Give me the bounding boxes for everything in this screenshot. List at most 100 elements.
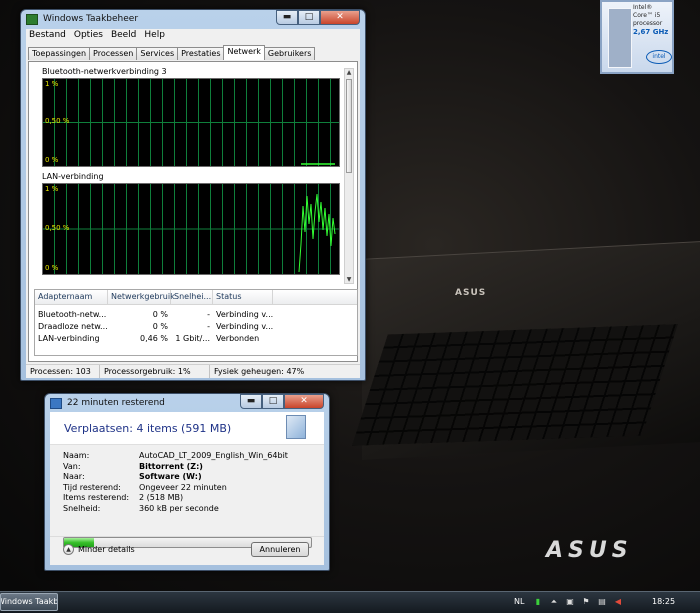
tray-flag-icon[interactable]: ⚑ bbox=[581, 597, 591, 607]
status-cpu: Processorgebruik: 1% bbox=[100, 365, 210, 378]
detail-label: Items resterend: bbox=[63, 493, 130, 502]
detail-row-items: Items resterend: 2 (518 MB) bbox=[63, 493, 313, 504]
taskbar-clock[interactable]: 18:25 bbox=[652, 597, 675, 606]
tab-netwerk[interactable]: Netwerk bbox=[223, 45, 265, 60]
task-manager-titlebar[interactable]: Windows Taakbeheer ▬ □ ✕ bbox=[21, 10, 365, 30]
cell-speed: - bbox=[207, 310, 210, 319]
detail-row-name: Naam: AutoCAD_LT_2009_English_Win_64bit bbox=[63, 451, 313, 462]
table-header: Adapternaam Netwerkgebruik Snelhei... St… bbox=[35, 290, 357, 305]
table-row[interactable]: Bluetooth-netw... 0 % - Verbinding v... bbox=[35, 309, 357, 321]
dialog-body: Verplaatsen: 4 items (591 MB) Naam: Auto… bbox=[50, 412, 324, 565]
status-memory: Fysiek geheugen: 47% bbox=[214, 367, 305, 376]
detail-row-to: Naar: Software (W:) bbox=[63, 472, 313, 483]
document-icon bbox=[286, 415, 306, 439]
column-header-netwerkgebruik[interactable]: Netwerkgebruik bbox=[108, 290, 175, 304]
less-details-button[interactable]: ▲ Minder details bbox=[63, 544, 135, 555]
close-button[interactable]: ✕ bbox=[320, 10, 360, 25]
tab-processen[interactable]: Processen bbox=[89, 47, 138, 60]
dialog-titlebar[interactable]: 22 minuten resterend ▬ □ ✕ bbox=[45, 394, 329, 414]
graph-line-lan bbox=[298, 193, 336, 273]
cell-adapter: Bluetooth-netw... bbox=[38, 310, 107, 319]
detail-label: Snelheid: bbox=[63, 503, 101, 513]
column-header-snelheid[interactable]: Snelhei... bbox=[171, 290, 213, 304]
minimize-button[interactable]: ▬ bbox=[276, 10, 298, 25]
menu-beeld[interactable]: Beeld bbox=[108, 29, 141, 43]
detail-value: Ongeveer 22 minuten bbox=[139, 482, 227, 492]
cell-adapter: Draadloze netw... bbox=[38, 322, 108, 331]
laptop-wallpaper-keyboard bbox=[352, 324, 678, 446]
cell-adapter: LAN-verbinding bbox=[38, 334, 100, 343]
scroll-down-icon[interactable]: ▼ bbox=[345, 276, 353, 283]
detail-label: Van: bbox=[63, 461, 81, 471]
tab-gebruikers[interactable]: Gebruikers bbox=[263, 47, 316, 60]
graph-scrollbar[interactable]: ▲ ▼ bbox=[344, 68, 354, 284]
cell-status: Verbinding v... bbox=[216, 310, 273, 319]
menu-bestand[interactable]: Bestand bbox=[26, 29, 71, 43]
menu-bar: Bestand Opties Beeld Help bbox=[26, 29, 360, 43]
table-row[interactable]: LAN-verbinding 0,46 % 1 Gbit/... Verbond… bbox=[35, 333, 357, 345]
folder-move-icon bbox=[50, 398, 62, 409]
graph-scroll-area: Bluetooth-netwerkverbinding 3 1 % 0,50 %… bbox=[34, 64, 354, 286]
transfer-details: Naam: AutoCAD_LT_2009_English_Win_64bit … bbox=[63, 451, 313, 514]
tray-network-icon[interactable]: ▤ bbox=[597, 597, 607, 607]
graph-lan: 1 % 0,50 % 0 % bbox=[42, 183, 340, 275]
graph-label-bluetooth: Bluetooth-netwerkverbinding 3 bbox=[42, 67, 167, 76]
task-manager-app-icon bbox=[26, 14, 38, 25]
taskbar: Windows Taakbeheer NL ▮ ⏶ ▣ ⚑ ▤ ◀ 18:25 bbox=[0, 591, 700, 613]
move-progress-dialog[interactable]: 22 minuten resterend ▬ □ ✕ Verplaatsen: … bbox=[44, 393, 330, 571]
detail-value-source[interactable]: Bittorrent (Z:) bbox=[139, 462, 203, 473]
task-manager-statusbar: Processen: 103 Processorgebruik: 1% Fysi… bbox=[26, 364, 360, 378]
detail-value: AutoCAD_LT_2009_English_Win_64bit bbox=[139, 451, 288, 460]
detail-row-speed: Snelheid: 360 kB per seconde bbox=[63, 504, 313, 515]
menu-opties[interactable]: Opties bbox=[71, 29, 108, 43]
dialog-title: 22 minuten resterend bbox=[67, 398, 165, 408]
task-manager-window[interactable]: Windows Taakbeheer ▬ □ ✕ Bestand Opties … bbox=[20, 9, 366, 381]
cell-usage: 0 % bbox=[152, 310, 168, 319]
status-processes: Processen: 103 bbox=[26, 365, 100, 378]
maximize-button[interactable]: □ bbox=[298, 10, 320, 25]
tray-up-arrow-icon[interactable]: ⏶ bbox=[549, 597, 559, 607]
graph-label-lan: LAN-verbinding bbox=[42, 172, 104, 181]
table-row[interactable]: Draadloze netw... 0 % - Verbinding v... bbox=[35, 321, 357, 333]
adapter-table: Adapternaam Netwerkgebruik Snelhei... St… bbox=[34, 289, 358, 356]
tray-device-icon[interactable]: ▣ bbox=[565, 597, 575, 607]
menu-help[interactable]: Help bbox=[141, 29, 170, 43]
intel-logo-icon: intel bbox=[646, 50, 672, 64]
netwerk-panel: Bluetooth-netwerkverbinding 3 1 % 0,50 %… bbox=[28, 61, 358, 362]
network-meter-icon[interactable]: ▮ bbox=[533, 597, 543, 607]
cell-status: Verbonden bbox=[216, 334, 260, 343]
scroll-up-icon[interactable]: ▲ bbox=[345, 69, 353, 76]
column-header-adapternaam[interactable]: Adapternaam bbox=[35, 290, 108, 304]
column-header-status[interactable]: Status bbox=[213, 290, 273, 304]
detail-label: Naar: bbox=[63, 472, 85, 481]
graph-line-bluetooth bbox=[301, 163, 335, 165]
dialog-minimize-button[interactable]: ▬ bbox=[240, 394, 262, 409]
detail-row-time: Tijd resterend: Ongeveer 22 minuten bbox=[63, 483, 313, 494]
dialog-maximize-button[interactable]: □ bbox=[262, 394, 284, 409]
cell-status: Verbinding v... bbox=[216, 322, 273, 331]
detail-label: Tijd resterend: bbox=[63, 482, 121, 492]
dialog-header: Verplaatsen: 4 items (591 MB) bbox=[50, 412, 324, 445]
system-tray: ▮ ⏶ ▣ ⚑ ▤ ◀ bbox=[533, 597, 623, 607]
intel-badge-text: Intel® Core™ i5 processor bbox=[633, 4, 663, 27]
taskbar-task-manager-button[interactable]: Windows Taakbeheer bbox=[0, 593, 58, 611]
task-manager-body: Toepassingen Processen Services Prestati… bbox=[26, 43, 360, 364]
scrollbar-thumb[interactable] bbox=[346, 79, 352, 173]
tab-toepassingen[interactable]: Toepassingen bbox=[28, 47, 91, 60]
dialog-footer: ▲ Minder details Annuleren bbox=[50, 536, 324, 565]
cell-usage: 0,46 % bbox=[140, 334, 168, 343]
language-indicator[interactable]: NL bbox=[514, 597, 524, 606]
intel-core-i5-gadget[interactable]: Intel® Core™ i5 processor 2,67 GHz intel bbox=[600, 0, 674, 74]
tab-services[interactable]: Services bbox=[136, 47, 179, 60]
tray-volume-icon[interactable]: ◀ bbox=[613, 597, 623, 607]
dialog-heading: Verplaatsen: 4 items (591 MB) bbox=[64, 422, 232, 435]
intel-badge-speed: 2,67 GHz bbox=[633, 28, 669, 36]
task-manager-title: Windows Taakbeheer bbox=[43, 14, 139, 24]
asus-wallpaper-logo: ASUS bbox=[546, 538, 633, 563]
cancel-button[interactable]: Annuleren bbox=[251, 542, 309, 557]
detail-value-destination[interactable]: Software (W:) bbox=[139, 472, 202, 483]
tab-prestaties[interactable]: Prestaties bbox=[177, 47, 225, 60]
dialog-close-button[interactable]: ✕ bbox=[284, 394, 324, 409]
cell-speed: 1 Gbit/... bbox=[175, 334, 210, 343]
tab-strip: Toepassingen Processen Services Prestati… bbox=[28, 45, 316, 62]
